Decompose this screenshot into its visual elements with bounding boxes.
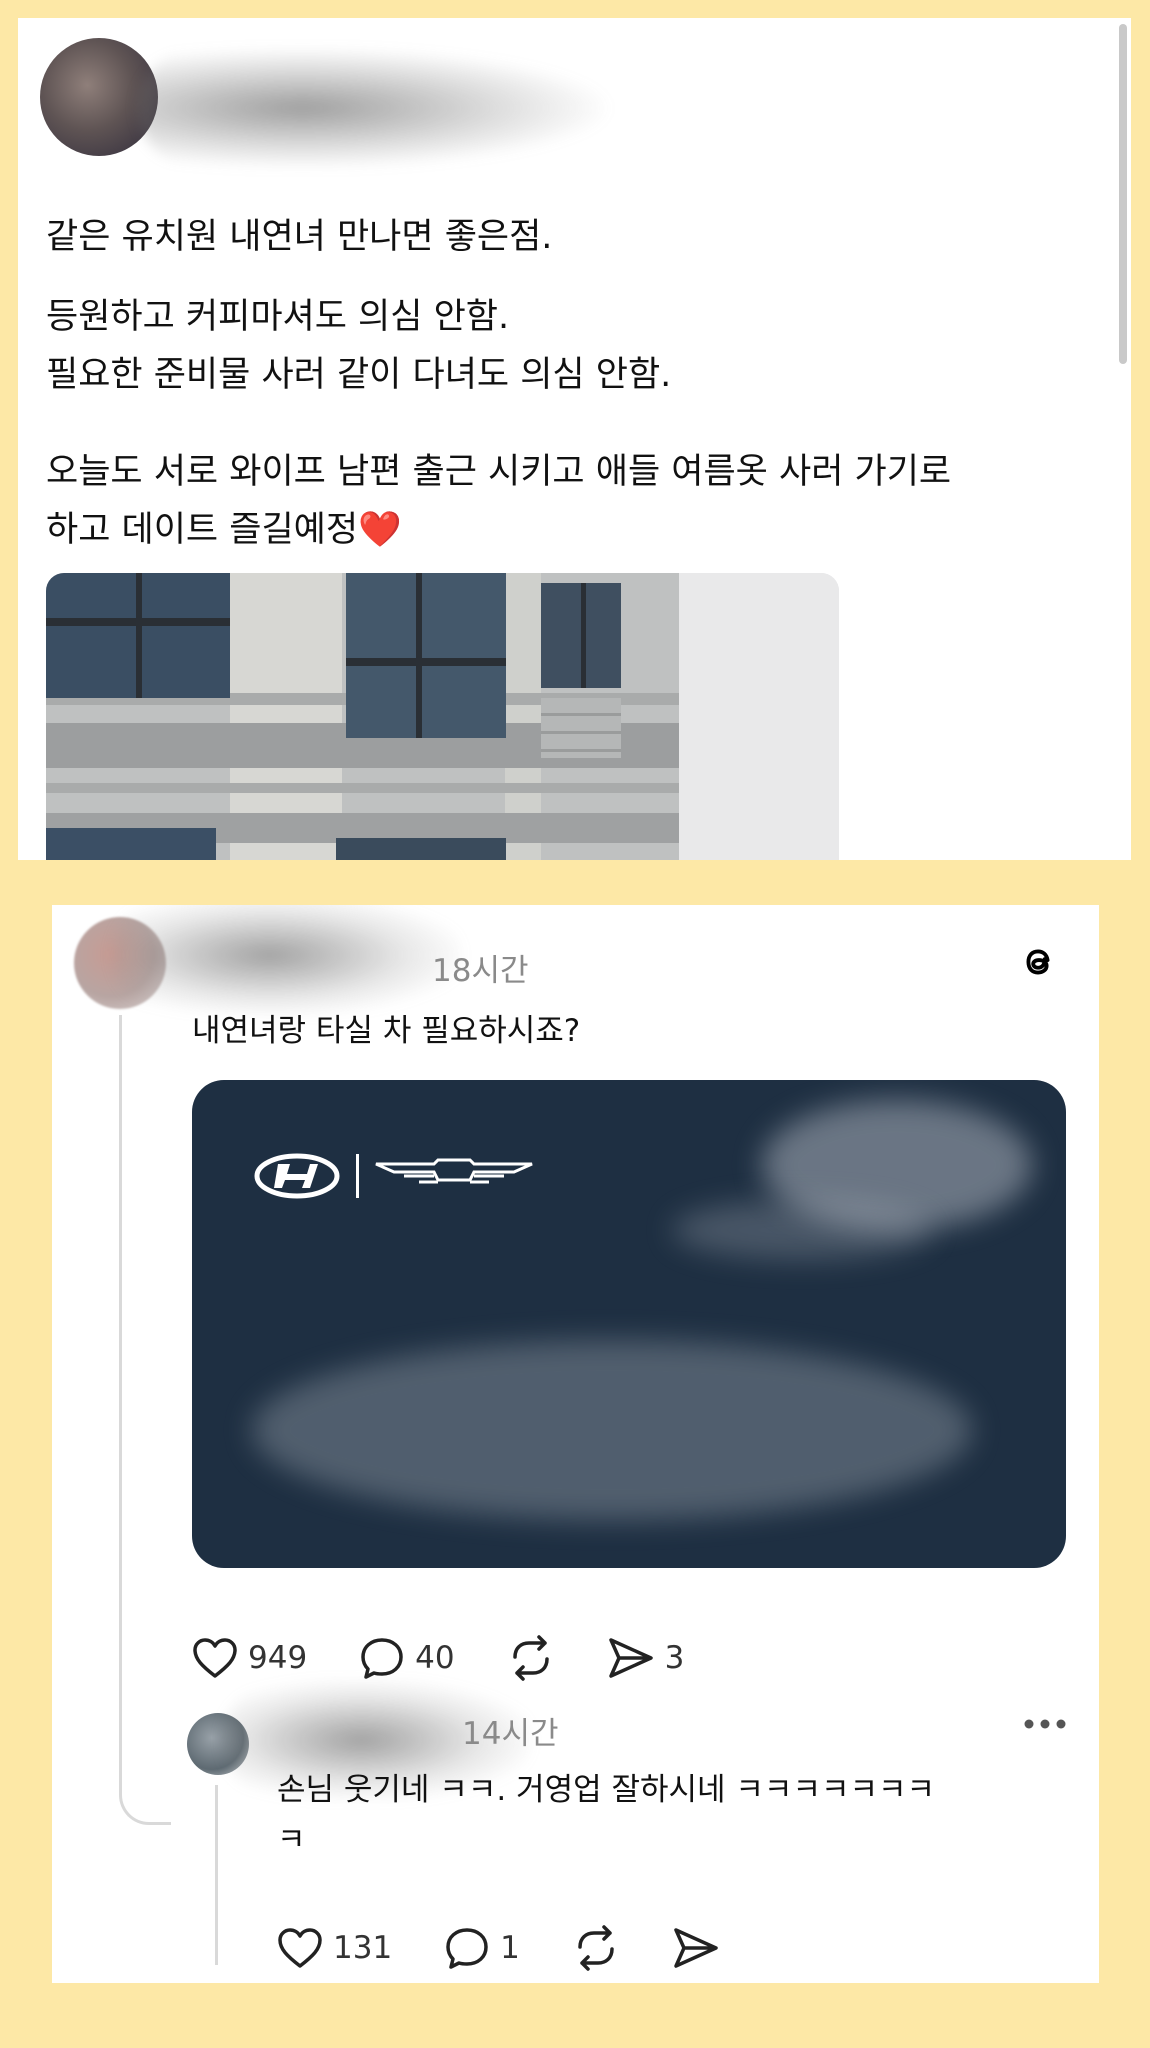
- reply-text: 손님 웃기네 ㅋㅋ. 거영업 잘하시네 ㅋㅋㅋㅋㅋㅋㅋ ㅋ: [277, 1772, 936, 1858]
- author-name-redacted: [138, 48, 608, 168]
- more-options-icon[interactable]: [1022, 1717, 1068, 1731]
- post-text: 내연녀랑 타실 차 필요하시죠?: [192, 1013, 581, 1049]
- tweet-screenshot: 같은 유치원 내연녀 만나면 좋은점. 등원하고 커피마셔도 의심 안함. 필요…: [18, 18, 1131, 860]
- tweet-line-3: 오늘도 서로 와이프 남편 출근 시키고 애들 여름옷 사러 가기로 하고 데이…: [46, 452, 952, 550]
- post-author-name-redacted: [112, 905, 462, 1015]
- logo-divider: [356, 1154, 359, 1198]
- scrollbar[interactable]: [1119, 24, 1127, 364]
- threads-screenshot: 18시간 내연녀랑 타실 차 필요하시죠? 949 40 3 14시간 손님 웃…: [52, 905, 1099, 1983]
- comment-button[interactable]: 40: [359, 1636, 455, 1680]
- comment-count: 40: [415, 1640, 455, 1676]
- tweet-line-2: 등원하고 커피마셔도 의심 안함. 필요한 준비물 사러 같이 다녀도 의심 안…: [46, 297, 672, 395]
- share-count: 3: [664, 1640, 685, 1676]
- genesis-logo-icon: [375, 1158, 533, 1184]
- repost-icon: [578, 1925, 614, 1971]
- send-icon: [608, 1638, 653, 1678]
- threads-logo-icon[interactable]: [1015, 939, 1061, 985]
- heart-icon: [278, 1928, 322, 1968]
- tweet-line-1: 같은 유치원 내연녀 만나면 좋은점.: [46, 217, 553, 257]
- thread-connector-line: [119, 1015, 171, 1825]
- redacted-address: [252, 1340, 972, 1520]
- reply-like-button[interactable]: 131: [277, 1927, 392, 1969]
- post-action-bar: 949 40 3: [192, 1635, 736, 1681]
- reply-thread-line: [215, 1785, 218, 1965]
- comment-bubble-icon: [361, 1638, 403, 1679]
- hyundai-logo-icon: [254, 1153, 340, 1199]
- send-icon: [674, 1928, 718, 1968]
- post-timestamp: 18시간: [432, 953, 529, 989]
- reply-repost-button[interactable]: [572, 1925, 620, 1971]
- heart-icon: [193, 1638, 237, 1678]
- reply-like-count: 131: [333, 1930, 393, 1966]
- business-card-image[interactable]: [192, 1080, 1066, 1568]
- repost-icon: [512, 1635, 549, 1681]
- comment-bubble-icon: [446, 1928, 488, 1969]
- reply-timestamp: 14시간: [462, 1716, 559, 1752]
- repost-button[interactable]: [507, 1635, 555, 1681]
- like-button[interactable]: 949: [192, 1637, 307, 1679]
- like-count: 949: [248, 1640, 308, 1676]
- reply-share-button[interactable]: [672, 1926, 720, 1970]
- reply-action-bar: 131 1: [277, 1925, 772, 1971]
- redacted-phone: [672, 1200, 932, 1260]
- reply-comment-count: 1: [500, 1930, 520, 1966]
- attached-photo[interactable]: [46, 573, 839, 860]
- share-button[interactable]: 3: [607, 1636, 685, 1680]
- reply-comment-button[interactable]: 1: [444, 1926, 520, 1970]
